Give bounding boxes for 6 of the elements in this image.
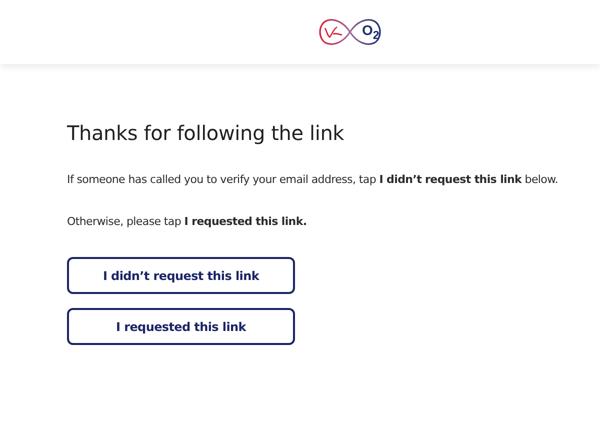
instruction-text: Otherwise, please tap I requested this link. bbox=[67, 215, 308, 229]
page-title: Thanks for following the link bbox=[67, 121, 346, 145]
link-choice-button[interactable]: I didn’t request this link bbox=[67, 257, 295, 294]
link-choice-button[interactable]: I requested this link bbox=[67, 308, 295, 345]
brand-text: O$_{2}$ bbox=[362, 22, 380, 42]
instruction-text: If someone has called you to verify your email address, tap I didn’t request this link below. bbox=[67, 173, 559, 187]
